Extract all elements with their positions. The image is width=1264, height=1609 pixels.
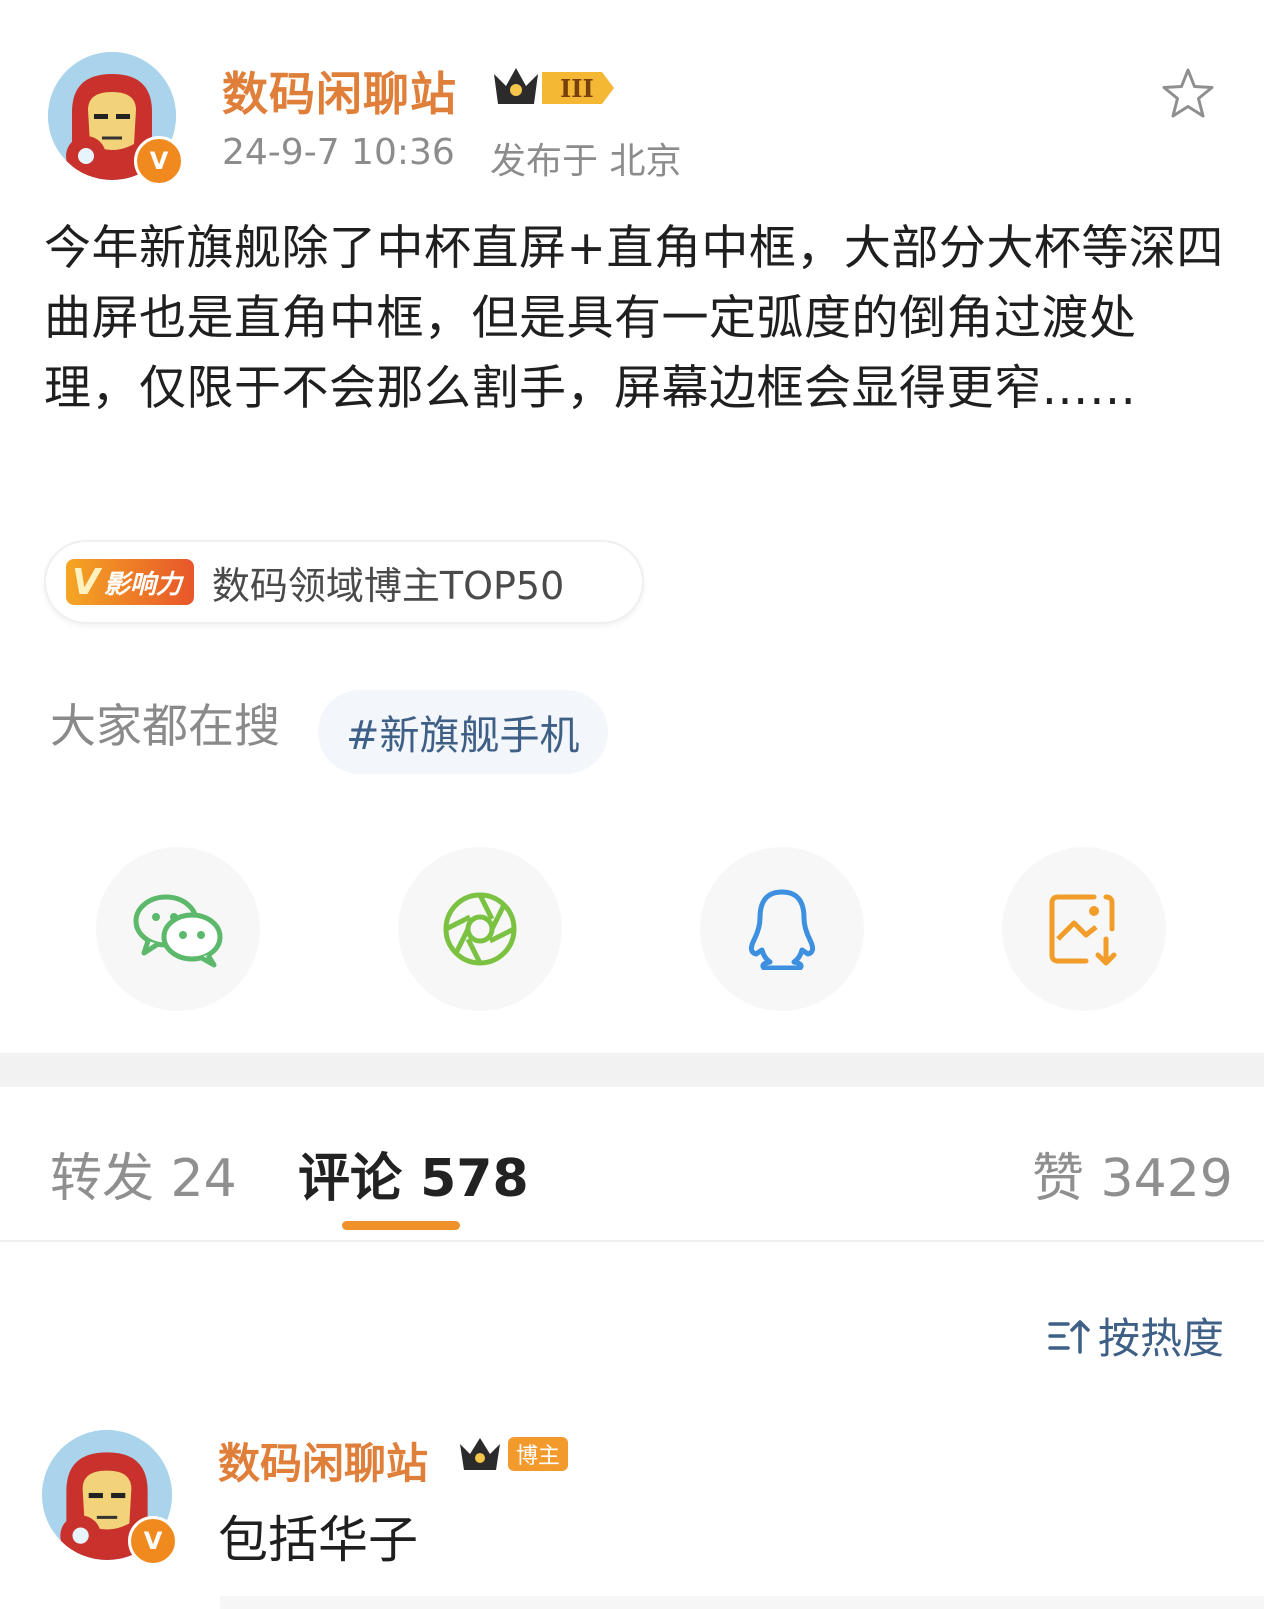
sort-label: 按热度 — [1098, 1314, 1225, 1363]
qq-icon — [748, 889, 816, 970]
rank-crown-icon: III — [490, 60, 620, 110]
hashtag-pill[interactable]: #新旗舰手机 — [318, 690, 608, 774]
save-image-button[interactable] — [1002, 847, 1166, 1011]
share-moments-button[interactable] — [398, 847, 562, 1011]
rank-badge-text: III — [560, 74, 594, 103]
moments-icon — [443, 892, 517, 966]
sort-icon — [1048, 1319, 1090, 1354]
comment-text: 包括华子 — [218, 1511, 418, 1569]
post-content: 今年新旗舰除了中杯直屏+直角中框，大部分大杯等深四曲屏也是直角中框，但是具有一定… — [44, 221, 1224, 416]
influence-v-icon: V 影响力 — [66, 559, 194, 605]
share-wechat-button[interactable] — [96, 847, 260, 1011]
tab-like[interactable]: 赞 3429 — [1032, 1136, 1233, 1211]
tab-comment[interactable]: 评论 578 — [298, 1136, 529, 1211]
search-label: 大家都在搜 — [50, 699, 280, 753]
verified-icon: V — [134, 136, 184, 186]
section-divider — [0, 1053, 1264, 1087]
post-timestamp: 24-9-7 10:36 — [222, 132, 455, 173]
influence-badge-label: 影响力 — [103, 569, 182, 600]
author-name[interactable]: 数码闲聊站 — [222, 58, 457, 124]
post-location: 发布于 北京 — [490, 141, 682, 182]
comment-author-name[interactable]: 数码闲聊站 — [218, 1430, 428, 1491]
blogger-tag: 博主 — [508, 1437, 569, 1471]
tab-active-indicator — [342, 1221, 460, 1230]
bottom-edge — [220, 1596, 1264, 1609]
sort-by-hot[interactable]: 按热度 — [1046, 1305, 1224, 1366]
comment-verified-icon: V — [128, 1516, 178, 1566]
wechat-icon — [133, 894, 223, 968]
comment-badges: 博主 — [456, 1434, 569, 1474]
influence-text: 数码领域博主TOP50 — [211, 563, 565, 608]
favorite-star-icon[interactable] — [1160, 66, 1216, 126]
tab-repost[interactable]: 转发 24 — [50, 1136, 237, 1211]
share-qq-button[interactable] — [700, 847, 864, 1011]
influence-badge[interactable]: V 影响力 数码领域博主TOP50 — [44, 540, 644, 624]
save-image-icon — [1049, 894, 1117, 966]
comment-crown-icon — [460, 1438, 500, 1470]
tabs-divider — [0, 1240, 1264, 1242]
